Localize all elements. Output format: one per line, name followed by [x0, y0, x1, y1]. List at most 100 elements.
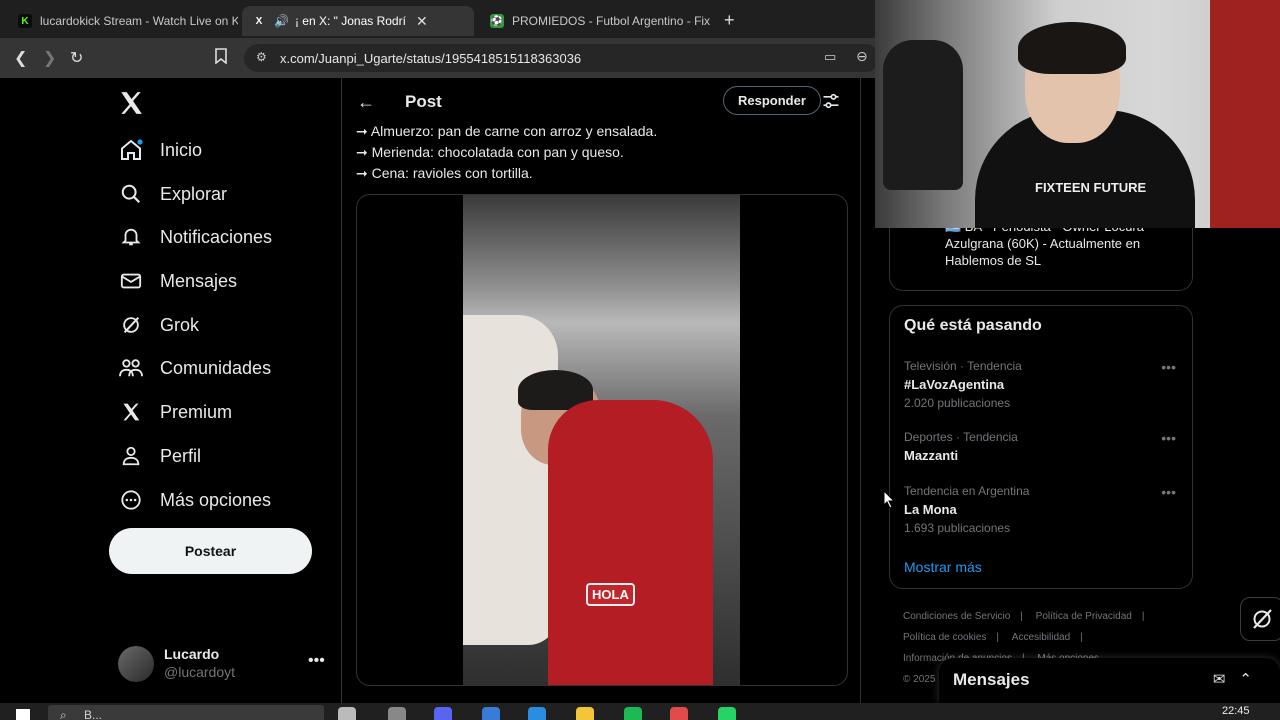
trends-panel: Qué está pasando Televisión · Tendencia … — [889, 305, 1193, 589]
spotify-icon[interactable] — [624, 707, 642, 720]
trend-count: 2.020 publicaciones — [904, 396, 1011, 410]
kick-favicon-icon: K — [18, 14, 32, 28]
account-switcher[interactable]: Lucardo @lucardoyt ••• — [118, 644, 328, 684]
trend-name: Mazzanti — [904, 448, 959, 463]
video-frame-blanket — [548, 400, 713, 685]
windows-taskbar: ⌕ B... 22:45 — [0, 703, 1280, 720]
messages-drawer-actions: ✉⌃ — [1213, 670, 1266, 688]
back-arrow-icon[interactable]: ← — [357, 92, 375, 113]
taskbar-clock[interactable]: 22:45 — [1222, 705, 1250, 717]
trend-item[interactable]: Tendencia en Argentina La Mona 1.693 pub… — [904, 484, 1184, 535]
site-info-icon[interactable]: ⚙ — [256, 50, 267, 64]
nav-item-comunidades[interactable]: Comunidades — [118, 353, 271, 383]
footer-link[interactable]: Política de Privacidad — [1036, 611, 1132, 622]
more-circle-icon — [118, 487, 144, 513]
tab-title: PROMIEDOS - Futbol Argentino - Fix — [512, 14, 710, 28]
trend-item[interactable]: Televisión · Tendencia #LaVozAgentina 2.… — [904, 359, 1184, 410]
nav-label: Perfil — [160, 445, 202, 466]
new-message-icon[interactable]: ✉ — [1213, 671, 1240, 688]
obs-icon[interactable] — [670, 707, 688, 720]
trend-context: Tendencia en Argentina — [904, 484, 1030, 498]
browser-tab-bar: K lucardokick Stream - Watch Live on K X… — [0, 0, 875, 38]
reply-button[interactable]: Responder — [723, 86, 821, 115]
trend-context: Televisión · Tendencia — [904, 359, 1022, 373]
trend-item[interactable]: Deportes · Tendencia Mazzanti ••• — [904, 430, 1184, 463]
chrome-icon[interactable] — [482, 707, 500, 720]
edge-icon[interactable] — [528, 707, 546, 720]
whatsapp-icon[interactable] — [718, 707, 736, 720]
right-sidebar: 🇦🇷 BA - Periodista - Owner Locura Azulgr… — [862, 218, 1280, 703]
nav-item-perfil[interactable]: Perfil — [118, 441, 201, 471]
video-frame-pillow — [463, 315, 558, 645]
steam-icon[interactable] — [388, 707, 406, 720]
task-view-icon[interactable] — [338, 707, 356, 720]
nav-label: Premium — [160, 401, 233, 422]
back-arrow-icon[interactable]: ❮ — [14, 48, 27, 68]
windows-start-icon[interactable] — [16, 709, 30, 720]
discord-icon[interactable] — [434, 707, 452, 720]
grok-icon — [1253, 609, 1272, 629]
forward-arrow-icon[interactable]: ❯ — [43, 48, 56, 68]
sliders-icon[interactable] — [821, 91, 841, 111]
tab-kick-stream[interactable]: K lucardokick Stream - Watch Live on K — [8, 6, 238, 36]
communities-icon — [118, 355, 144, 381]
more-dots-icon[interactable]: ••• — [1161, 359, 1176, 375]
footer-link[interactable]: Condiciones de Servicio — [903, 611, 1010, 622]
trends-title: Qué está pasando — [904, 317, 1042, 334]
webcam-person-hair — [1018, 22, 1126, 74]
tab-x-post[interactable]: X 🔊 ¡ en X: " Jonas Rodrí ✕ — [242, 6, 474, 36]
nav-item-mensajes[interactable]: Mensajes — [118, 266, 237, 296]
video-player[interactable]: HOLA — [463, 195, 740, 685]
taskbar-search[interactable]: ⌕ B... — [48, 705, 324, 720]
more-dots-icon[interactable]: ••• — [1161, 484, 1176, 500]
tab-promiedos[interactable]: ⚽ PROMIEDOS - Futbol Argentino - Fix — [480, 6, 710, 36]
address-bar[interactable]: ⚙ x.com/Juanpi_Ugarte/status/19554185151… — [244, 44, 880, 72]
nav-label: Notificaciones — [160, 226, 273, 247]
nav-label: Explorar — [160, 183, 228, 204]
post-text-line: ➞ Merienda: chocolatada con pan y queso. — [356, 144, 624, 160]
nav-item-mas-opciones[interactable]: Más opciones — [118, 485, 271, 515]
post-media[interactable]: HOLA — [356, 194, 848, 686]
cast-icon[interactable]: ▭ — [824, 49, 836, 65]
post-detail-column: ← Post Responder ➞ Almuerzo: pan de carn… — [343, 78, 861, 703]
nav-item-notificaciones[interactable]: Notificaciones — [118, 222, 272, 252]
zoom-icon[interactable]: ⊖ — [856, 48, 868, 65]
nav-item-inicio[interactable]: Inicio — [118, 135, 202, 165]
x-premium-icon — [118, 399, 144, 425]
more-dots-icon[interactable]: ••• — [1161, 430, 1176, 446]
nav-label: Comunidades — [160, 357, 272, 378]
footer-link[interactable]: Política de cookies — [903, 632, 986, 643]
bell-icon — [118, 224, 144, 250]
home-icon — [118, 137, 144, 163]
post-button[interactable]: Postear — [109, 528, 312, 574]
show-more-link[interactable]: Mostrar más — [904, 559, 982, 575]
author-card: 🇦🇷 BA - Periodista - Owner Locura Azulgr… — [889, 218, 1193, 291]
browser-toolbar: ❮ ❯ ↻ ⚙ x.com/Juanpi_Ugarte/status/19554… — [0, 38, 880, 78]
tab-title: ¡ en X: " Jonas Rodrí — [294, 14, 406, 28]
bookmark-icon[interactable] — [214, 48, 228, 69]
nav-item-grok[interactable]: Grok — [118, 310, 199, 340]
promiedos-favicon-icon: ⚽ — [490, 14, 504, 28]
trend-name: #LaVozAgentina — [904, 377, 1005, 392]
footer-link[interactable]: Accesibilidad — [1012, 632, 1070, 643]
person-icon — [118, 443, 144, 469]
webcam-overlay: FIXTEEN FUTURE — [875, 0, 1280, 228]
messages-drawer[interactable]: Mensajes ✉⌃ — [939, 658, 1280, 703]
profile-handle: @lucardoyt — [164, 664, 236, 680]
nav-item-explorar[interactable]: Explorar — [118, 179, 227, 209]
chevron-up-icon[interactable]: ⌃ — [1239, 671, 1266, 688]
grok-floating-button[interactable] — [1240, 597, 1280, 641]
more-dots-icon[interactable]: ••• — [308, 652, 325, 670]
trend-count: 1.693 publicaciones — [904, 521, 1011, 535]
new-tab-button[interactable]: + — [724, 10, 735, 31]
trend-context: Deportes · Tendencia — [904, 430, 1018, 444]
speaker-icon[interactable]: 🔊 — [274, 14, 289, 28]
nav-item-premium[interactable]: Premium — [118, 397, 232, 427]
url-text: x.com/Juanpi_Ugarte/status/1955418515118… — [280, 50, 582, 66]
file-explorer-icon[interactable] — [576, 707, 594, 720]
x-logo-icon[interactable] — [118, 90, 144, 116]
close-tab-icon[interactable]: ✕ — [416, 13, 428, 30]
page-title: Post — [405, 92, 442, 111]
video-caption-sticker: HOLA — [586, 583, 635, 606]
reload-icon[interactable]: ↻ — [70, 48, 83, 68]
